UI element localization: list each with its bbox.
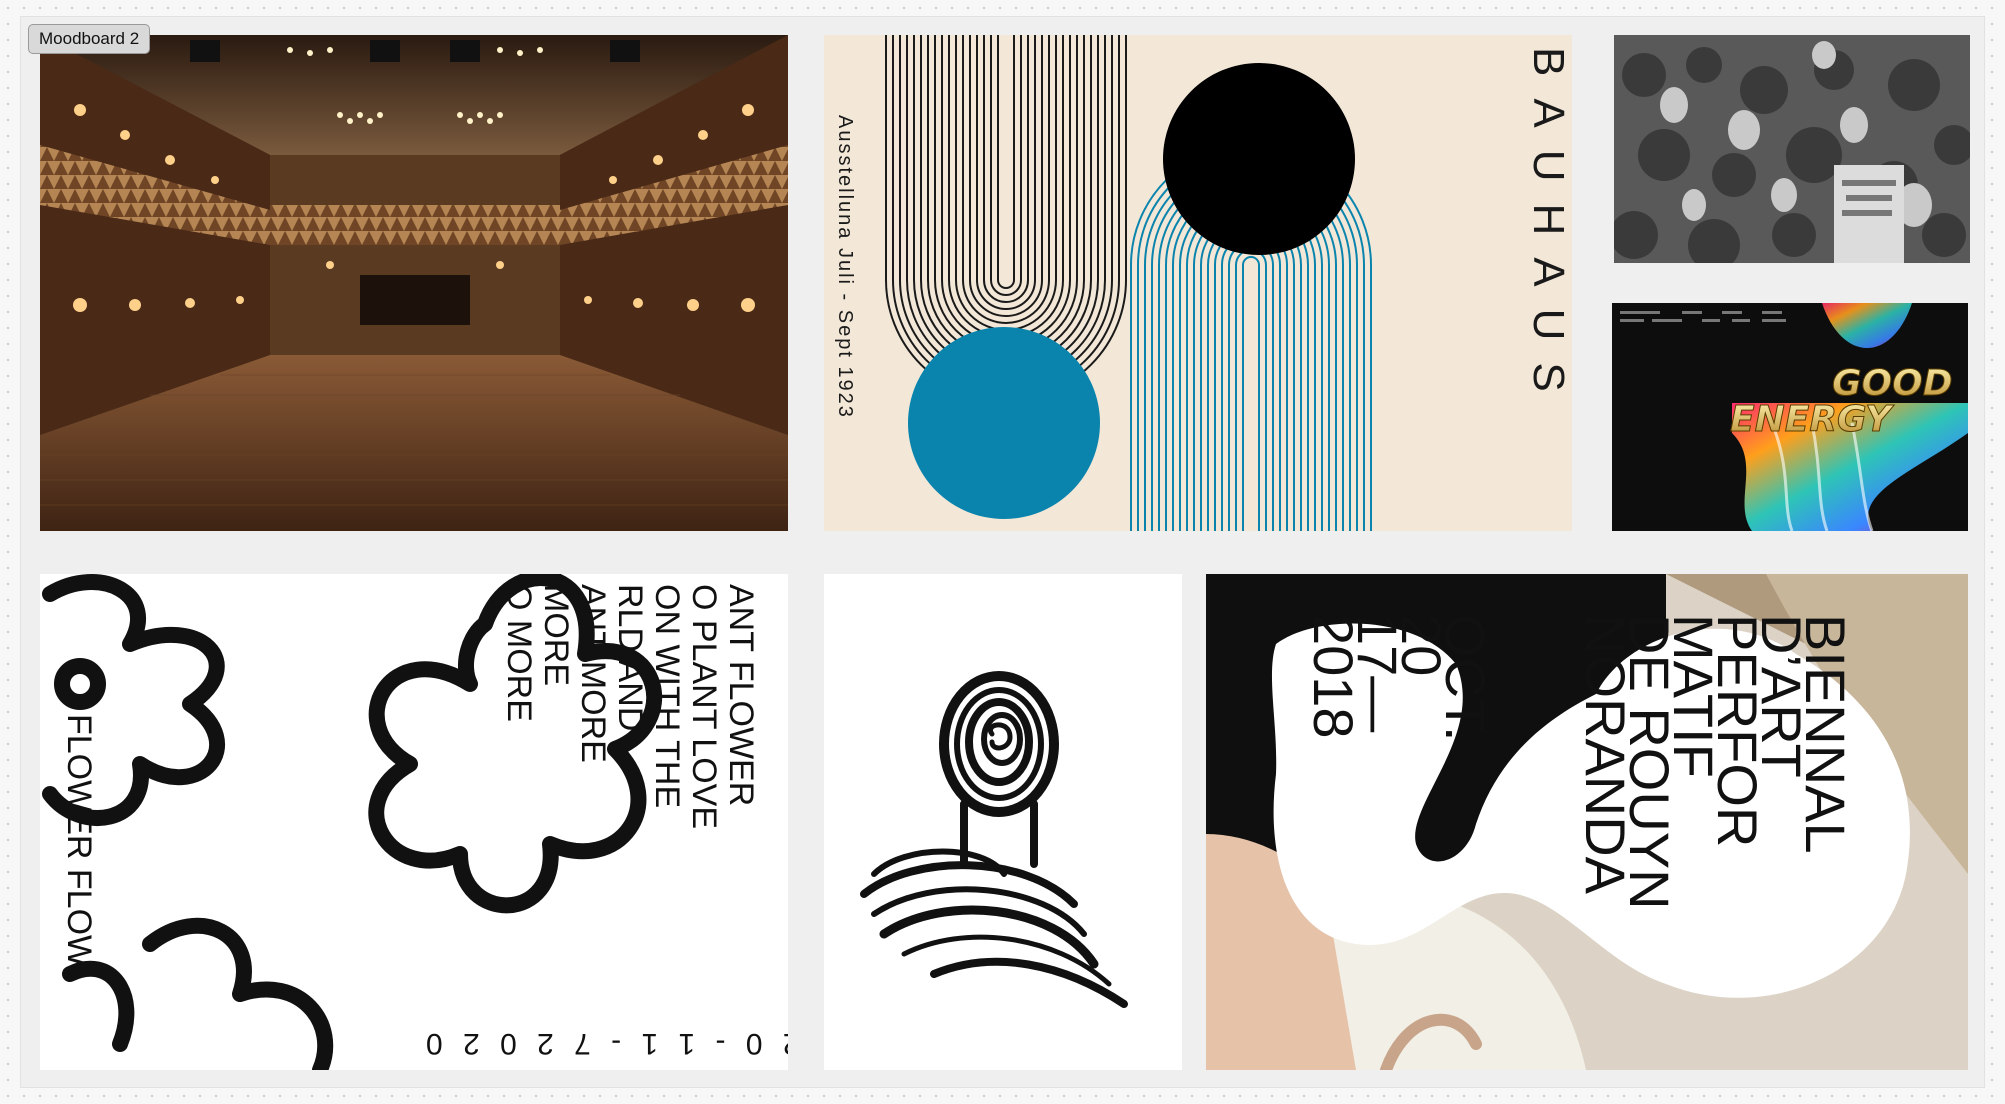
flower-text-line: O PLANT LOVE: [685, 584, 723, 829]
biennale-date-line: 2018: [1302, 614, 1365, 739]
flower-date-text: 2 0 2 0 - 1 1 - 7 2 0 2 0: [420, 1027, 788, 1060]
black-circle: [1163, 63, 1355, 255]
bauhaus-poster[interactable]: Ausstelluna Juli - Sept 1923 BAUHAUS: [824, 35, 1572, 531]
flower-text-line: ANT MORE: [574, 584, 612, 763]
crowd-photo[interactable]: [1614, 35, 1970, 263]
good-text: GOOD: [1832, 363, 1953, 404]
flower-text-line: RLD AND: [611, 584, 649, 731]
bauhaus-subtitle: Ausstelluna Juli - Sept 1923: [834, 115, 856, 419]
flower-text-line: MORE: [537, 584, 575, 686]
flower-text-line: ANT FLOWER: [722, 584, 760, 806]
moodboard-title[interactable]: Moodboard 2: [28, 24, 151, 54]
blue-circle: [908, 327, 1100, 519]
good-energy-poster[interactable]: GOOD ENERGY: [1612, 303, 1968, 531]
flower-text-line: O MORE: [500, 584, 538, 722]
flower-poster[interactable]: ANT FLOWER O PLANT LOVE ON WITH THE RLD …: [40, 574, 788, 1070]
energy-text: ENERGY: [1730, 399, 1895, 440]
biennale-poster[interactable]: OCT. 20 17— 2018 BIENNAL D’ART PERFOR MA…: [1206, 574, 1968, 1070]
bauhaus-title: BAUHAUS: [1524, 47, 1572, 414]
flower-side-text: FLOWER FLOW: [60, 714, 98, 967]
brush-portrait-art[interactable]: [824, 574, 1182, 1070]
biennale-title-line: NORANDA: [1574, 614, 1637, 895]
concert-hall-image[interactable]: [40, 35, 788, 531]
flower-text-line: ON WITH THE: [648, 584, 686, 808]
